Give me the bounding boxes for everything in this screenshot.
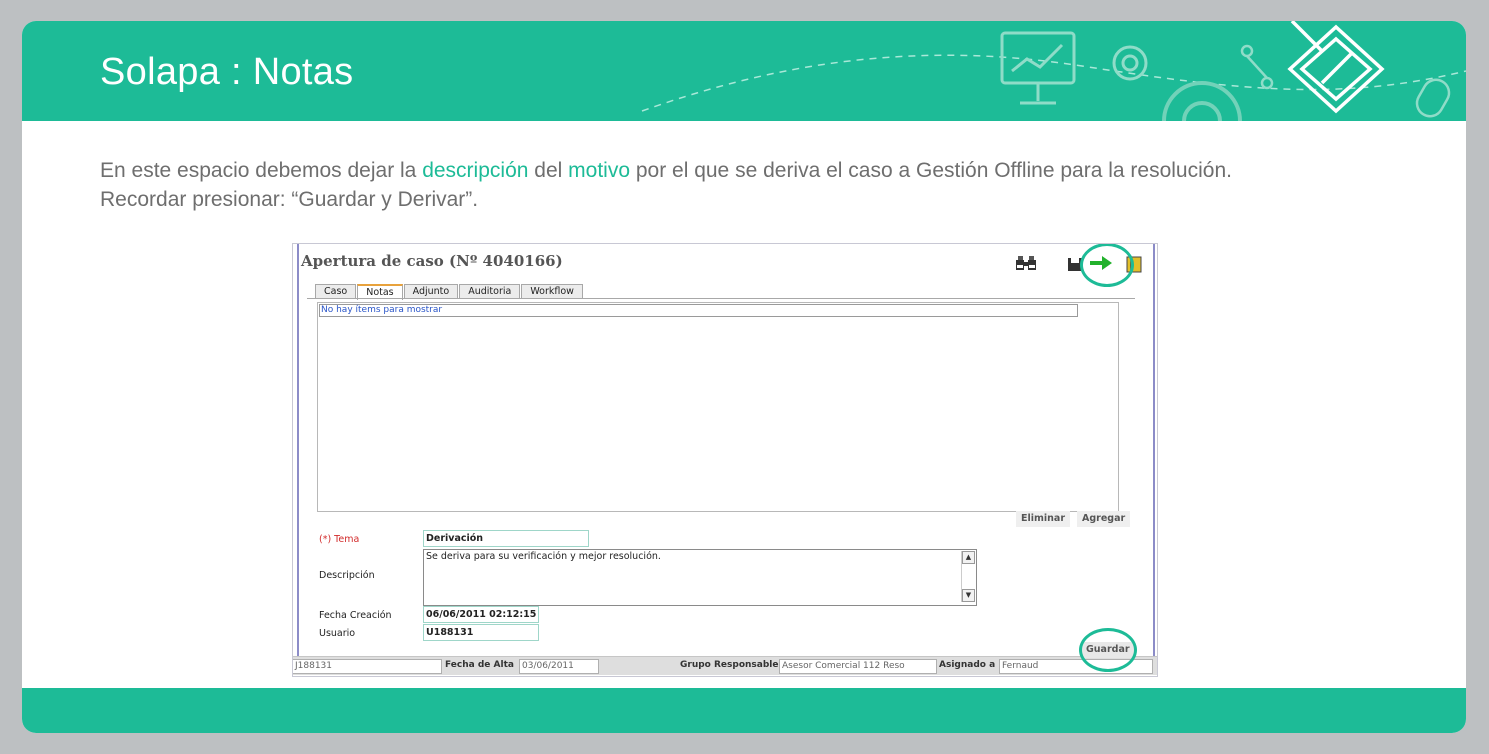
- slide-title: Solapa : Notas: [100, 51, 354, 93]
- body-text-part: del: [528, 159, 569, 182]
- window-frame-left: [297, 244, 299, 656]
- scroll-down-icon[interactable]: ▼: [962, 589, 975, 602]
- add-button[interactable]: Agregar: [1077, 511, 1131, 527]
- gear-icon: [1112, 45, 1148, 81]
- fecha-creacion-field[interactable]: 06/06/2011 02:12:15: [423, 606, 539, 623]
- highlight-descripcion: descripción: [422, 159, 529, 182]
- slide: Solapa : Notas En este espacio debemos d…: [22, 21, 1466, 733]
- presentation-screen-icon: [1000, 31, 1076, 105]
- highlight-circle-derivar: [1080, 244, 1134, 287]
- usuario-field[interactable]: U188131: [423, 624, 539, 641]
- fecha-alta-label: Fecha de Alta: [445, 660, 514, 670]
- textarea-scrollbar[interactable]: ▲ ▼: [961, 551, 975, 602]
- binoculars-icon[interactable]: [1013, 253, 1039, 273]
- mouse-icon: [1415, 78, 1451, 118]
- highlight-circle-guardar: [1079, 628, 1137, 672]
- tab-auditoria[interactable]: Auditoria: [459, 284, 521, 299]
- descripcion-label: Descripción: [319, 570, 375, 581]
- asignado-label: Asignado a: [939, 660, 996, 670]
- highlight-motivo: motivo: [568, 159, 630, 182]
- slide-footer: [22, 688, 1466, 733]
- status-bar: J188131 Fecha de Alta 03/06/2011 Grupo R…: [293, 656, 1157, 675]
- body-text-part: En este espacio debemos dejar la: [100, 159, 423, 182]
- tab-adjunto[interactable]: Adjunto: [403, 284, 459, 299]
- tema-label: (*) Tema: [319, 534, 360, 545]
- tab-workflow[interactable]: Workflow: [521, 284, 583, 299]
- tema-field[interactable]: Derivación: [423, 530, 589, 547]
- window-title: Apertura de caso (Nº 4040166): [301, 252, 563, 270]
- fecha-creacion-label: Fecha Creación: [319, 610, 392, 621]
- descripcion-text: Se deriva para su verificación y mejor r…: [426, 551, 661, 562]
- tab-caso[interactable]: Caso: [315, 284, 357, 299]
- app-screenshot: Apertura de caso (Nº 4040166) Caso Notas…: [292, 243, 1158, 677]
- descripcion-textarea[interactable]: Se deriva para su verificación y mejor r…: [423, 549, 977, 606]
- slide-header: Solapa : Notas: [22, 21, 1466, 121]
- usuario-label: Usuario: [319, 628, 356, 639]
- delete-button[interactable]: Eliminar: [1016, 511, 1071, 527]
- tab-bar: Caso Notas Adjunto Auditoria Workflow: [315, 284, 584, 300]
- status-user-value: J188131: [293, 659, 442, 674]
- grupo-responsable-label: Grupo Responsable: [680, 660, 779, 670]
- large-gear-icon: [1162, 81, 1242, 121]
- list-empty-message: No hay ítems para mostrar: [319, 304, 1078, 317]
- grupo-responsable-value: Asesor Comercial 112 Reso: [779, 659, 937, 674]
- slide-body-text: En este espacio debemos dejar la descrip…: [100, 156, 1320, 214]
- network-icon: [1240, 44, 1274, 90]
- tab-underline: [307, 298, 1135, 299]
- pencil-diamond-icon: [1287, 21, 1385, 114]
- fecha-alta-value: 03/06/2011: [519, 659, 599, 674]
- notes-list[interactable]: No hay ítems para mostrar: [317, 302, 1119, 512]
- scroll-up-icon[interactable]: ▲: [962, 551, 975, 564]
- window-frame-right: [1153, 244, 1155, 656]
